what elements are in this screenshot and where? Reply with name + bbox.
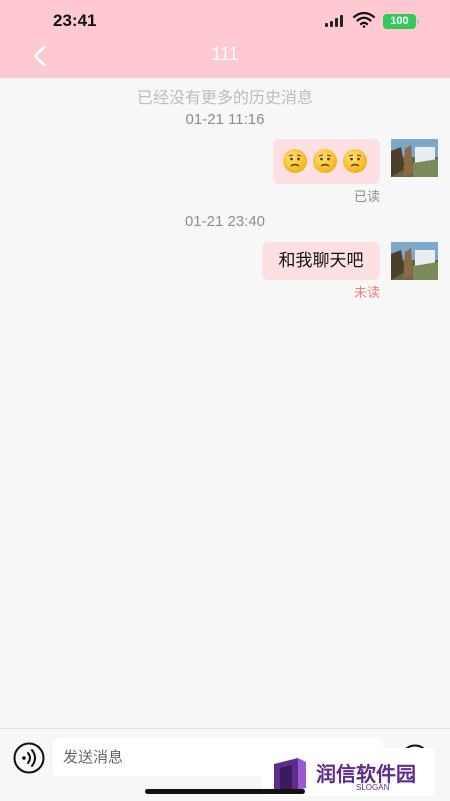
no-more-history-label: 已经没有更多的历史消息 [136, 88, 313, 107]
message-timestamp: 01-21 23:40 [184, 213, 266, 230]
confused-face-icon [283, 149, 307, 173]
battery-tip [417, 19, 419, 24]
confused-face-icon [343, 149, 367, 173]
confused-face-icon [313, 149, 337, 173]
chat-title: 111 [211, 44, 239, 64]
user-avatar[interactable] [391, 242, 438, 280]
wifi-icon [353, 12, 375, 28]
voice-input-icon[interactable] [13, 742, 45, 774]
home-indicator [145, 789, 305, 794]
message-bubble-text[interactable]: 和我聊天吧 [262, 242, 380, 280]
battery-icon: 100 [383, 14, 416, 29]
status-time: 23:41 [53, 11, 97, 30]
nav-header: 23:41 100 111 [0, 0, 450, 78]
message-bubble-emoji[interactable] [273, 139, 380, 184]
user-avatar[interactable] [391, 139, 438, 177]
message-text: 和我聊天吧 [278, 251, 364, 271]
cellular-signal-icon [325, 15, 347, 27]
unread-status: 未读 [353, 286, 380, 301]
message-timestamp: 01-21 11:16 [185, 111, 265, 128]
read-status: 已读 [353, 190, 380, 205]
watermark-logo-icon [274, 758, 306, 790]
watermark-slogan: SLOGAN [356, 783, 390, 792]
